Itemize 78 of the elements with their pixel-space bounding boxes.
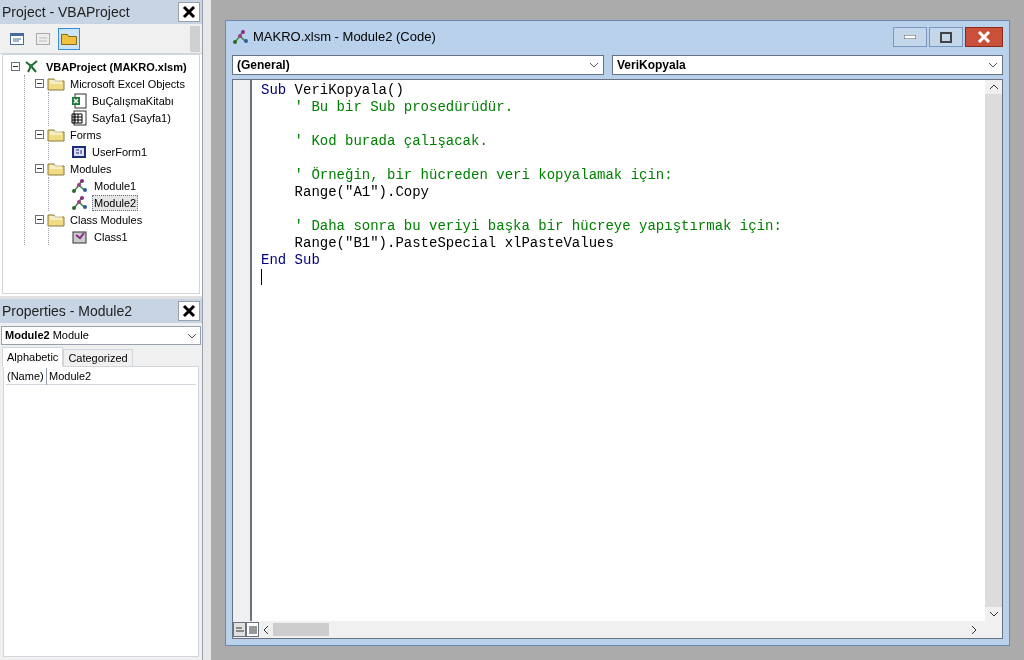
- object-dropdown[interactable]: (General): [232, 55, 604, 75]
- text-cursor: [261, 269, 262, 285]
- folder-icon: [47, 127, 65, 142]
- close-icon: [977, 31, 991, 43]
- tree-item[interactable]: Forms: [68, 126, 104, 143]
- chevron-down-icon: [589, 62, 599, 68]
- expand-toggle[interactable]: [35, 164, 44, 173]
- minimize-button[interactable]: [893, 27, 927, 47]
- folder-icon: [47, 76, 65, 91]
- property-value: Module2: [48, 369, 92, 385]
- chevron-right-icon: [971, 624, 977, 635]
- procedure-icon: [235, 625, 244, 634]
- form-icon: [71, 143, 87, 160]
- sheet-icon: [71, 109, 87, 126]
- full-module-view-button[interactable]: [246, 622, 259, 637]
- class-module-icon: [71, 228, 89, 245]
- code-line: ' Kod burada çalışacak.: [294, 133, 488, 149]
- code-line: ' Daha sonra bu veriyi başka bir hücreye yapıştırmak için:: [294, 218, 782, 234]
- collapse-icon: [36, 216, 43, 223]
- close-icon: [182, 304, 196, 318]
- expand-toggle[interactable]: [35, 215, 44, 224]
- code-line: Range("A1").Copy: [294, 184, 429, 200]
- collapse-icon: [12, 63, 19, 70]
- tree-item[interactable]: UserForm1: [90, 143, 149, 160]
- tree-item[interactable]: BuÇalışmaKitabı: [90, 92, 176, 109]
- workbook-icon: [71, 92, 87, 109]
- code-line: End Sub: [261, 252, 320, 268]
- expand-toggle[interactable]: [35, 130, 44, 139]
- code-line: ' Örneğin, bir hücreden veri kopyalamak için:: [294, 167, 673, 183]
- folder-icon: [61, 32, 77, 45]
- code-line: Sub VeriKopyala(): [261, 82, 404, 98]
- restore-button[interactable]: [929, 27, 963, 47]
- view-code-icon: [10, 32, 24, 45]
- close-icon: [182, 5, 196, 19]
- scrollbar[interactable]: [190, 25, 200, 52]
- chevron-down-icon: [988, 611, 999, 617]
- object-dropdown[interactable]: Module2 Module: [1, 326, 201, 345]
- tree-item[interactable]: Class1: [92, 228, 130, 245]
- close-button[interactable]: [965, 27, 1003, 47]
- tree-item[interactable]: VBAProject (MAKRO.xlsm): [44, 58, 189, 75]
- collapse-icon: [36, 131, 43, 138]
- code-line: Range("B1").PasteSpecial xlPasteValues: [294, 235, 614, 251]
- tree-item[interactable]: Sayfa1 (Sayfa1): [90, 109, 173, 126]
- panel-title: Project - VBAProject: [2, 2, 130, 22]
- module-icon: [71, 194, 89, 211]
- procedure-dropdown[interactable]: VeriKopyala: [612, 55, 1003, 75]
- folder-icon: [47, 212, 65, 227]
- view-object-icon: [36, 32, 50, 45]
- window-title: MAKRO.xlsm - Module2 (Code): [253, 28, 436, 47]
- module-icon: [232, 29, 250, 45]
- expand-toggle[interactable]: [35, 79, 44, 88]
- tab[interactable]: Alphabetic: [2, 347, 64, 367]
- chevron-up-icon: [988, 84, 999, 90]
- procedure-view-button[interactable]: [233, 622, 246, 637]
- property-name: (Name): [6, 368, 47, 385]
- tree-item[interactable]: Class Modules: [68, 211, 145, 228]
- chevron-down-icon: [187, 332, 197, 339]
- code-line: ' Bu bir Sub prosedürüdür.: [294, 99, 514, 115]
- tree-item[interactable]: Module1: [92, 177, 139, 194]
- collapse-icon: [36, 165, 43, 172]
- folder-icon: [47, 161, 65, 176]
- module-icon: [71, 177, 89, 194]
- chevron-left-icon: [263, 624, 269, 635]
- close-button[interactable]: [178, 2, 200, 22]
- toolbar-button[interactable]: [58, 27, 80, 50]
- tree-item[interactable]: Modules: [68, 160, 114, 177]
- minimize-icon: [904, 35, 916, 39]
- collapse-icon: [36, 80, 43, 87]
- restore-icon: [940, 31, 952, 43]
- tab[interactable]: Categorized: [63, 349, 133, 367]
- expand-toggle[interactable]: [11, 62, 20, 71]
- tree-item[interactable]: Microsoft Excel Objects: [68, 75, 187, 92]
- tree-item[interactable]: Module2: [92, 194, 139, 211]
- scroll-thumb[interactable]: [273, 623, 329, 636]
- vertical-scrollbar[interactable]: [985, 80, 1002, 621]
- chevron-down-icon: [988, 62, 998, 68]
- panel-title: Properties - Module2: [2, 301, 132, 321]
- close-button[interactable]: [178, 301, 200, 321]
